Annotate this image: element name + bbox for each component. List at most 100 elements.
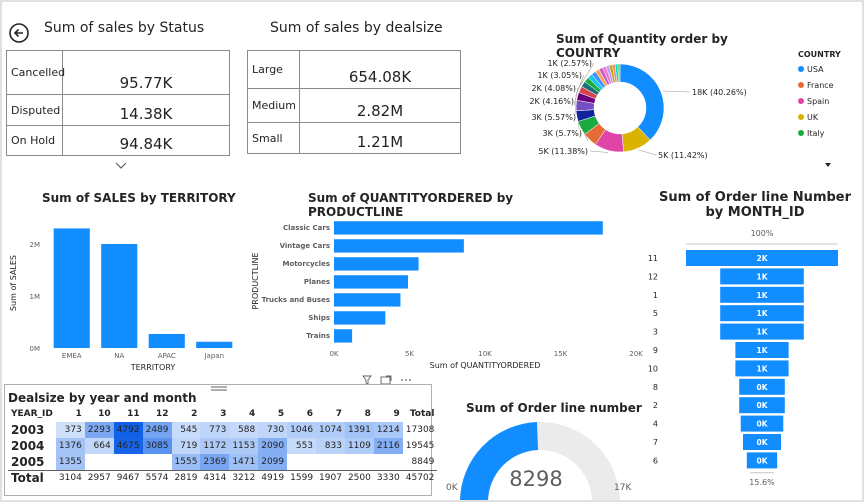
matrix-row[interactable]: 2004 1376 664 4675 3085 719 1172 1153 2090 553 833…	[8, 438, 437, 454]
matrix-total-label: Total	[11, 471, 44, 486]
matrix-column-header[interactable]: 4	[229, 406, 258, 422]
productline-bar-chart[interactable]: Classic Cars Vintage Cars Motorcycles Plane…	[248, 210, 648, 375]
status-value: 95.77K	[119, 74, 173, 92]
bar[interactable]	[334, 257, 419, 271]
status-card-title: Sum of sales by Status	[44, 20, 205, 36]
matrix-row-header: 2003	[11, 423, 45, 437]
matrix-cell: 2489	[142, 422, 172, 438]
matrix-title: Dealsize by year and month	[8, 391, 197, 405]
matrix-cell: 664	[84, 438, 114, 454]
legend-item-france[interactable]: France	[798, 77, 860, 93]
matrix-column-header[interactable]: 1	[56, 406, 85, 422]
matrix-column-header[interactable]: 9	[374, 406, 403, 422]
country-donut-chart[interactable]: 18K (40.26%) 5K (11.42%) 5K (11.38%) 3K (5.…	[500, 50, 800, 170]
x-tick-label: 5K	[405, 350, 414, 358]
dealsize-value: 1.21M	[356, 133, 404, 151]
matrix-column-header[interactable]: 5	[258, 406, 287, 422]
bar[interactable]	[148, 333, 185, 348]
matrix-total-cell: 5574	[145, 473, 169, 484]
bar[interactable]	[334, 311, 386, 325]
legend-item-usa[interactable]: USA	[798, 61, 860, 77]
matrix-column-header[interactable]: 10	[85, 406, 114, 422]
matrix-row[interactable]: 2003 373 2293 4792 2489 545 773 588 730 1046 1074 1…	[8, 422, 437, 438]
matrix-column-header[interactable]: 2	[172, 406, 201, 422]
matrix-row-header: 2005	[11, 454, 45, 469]
month-funnel-chart[interactable]: 100%2K111K121K11K51K31K91K100K80K20K40K7…	[640, 224, 860, 500]
matrix-row-total: 8849	[411, 456, 435, 467]
y-tick-label: Ships	[308, 314, 330, 322]
donut-slice[interactable]	[619, 63, 665, 141]
matrix-cell: 2293	[84, 422, 114, 438]
bar[interactable]	[334, 293, 401, 307]
donut-data-label: 5K (11.38%)	[538, 147, 588, 156]
chevron-down-icon	[115, 162, 127, 169]
matrix-cell: 719	[171, 438, 201, 454]
matrix-column-header[interactable]: 8	[345, 406, 374, 422]
territory-bar-chart[interactable]: 0M 1M 2M EMEA NA APAC Japan TERRITORY Sum of SAL…	[4, 210, 244, 375]
status-label: Disputed	[7, 95, 63, 125]
status-row: Cancelled 95.77K	[7, 51, 229, 95]
y-tick-label: Vintage Cars	[280, 242, 330, 250]
legend-label: Spain	[807, 96, 830, 106]
matrix-cell: 2090	[258, 438, 288, 454]
matrix-total-cell: 2819	[174, 473, 198, 484]
gauge-title: Sum of Order line number	[466, 401, 642, 415]
matrix-total-cell: 3330	[376, 473, 400, 484]
y-axis-label: PRODUCTLINE	[251, 252, 260, 309]
matrix-total-cell: 45702	[405, 473, 435, 484]
matrix-cell	[344, 454, 374, 470]
donut-data-label: 3K (5.7%)	[543, 129, 582, 138]
funnel-category-label: 9	[653, 346, 658, 355]
dealsize-matrix-table[interactable]: YEAR_ID 1 10 11 12 2 3 4 5 6 7 8 9 Total 2003 373 2293 47…	[8, 406, 438, 486]
bar[interactable]	[334, 239, 464, 253]
legend-item-spain[interactable]: Spain	[798, 93, 860, 109]
matrix-row-total: 19545	[405, 441, 435, 451]
donut-leader-line	[662, 90, 691, 93]
legend-item-uk[interactable]: UK	[798, 109, 860, 125]
bar[interactable]	[196, 341, 233, 348]
matrix-column-header[interactable]: 7	[316, 406, 345, 422]
bar[interactable]	[334, 329, 353, 343]
status-label: On Hold	[7, 126, 63, 155]
funnel-data-label: 0K	[756, 420, 768, 429]
legend-item-italy[interactable]: Italy	[798, 125, 860, 141]
matrix-cell: 1172	[200, 438, 230, 454]
donut-data-label: 2K (4.08%)	[531, 84, 576, 93]
bar[interactable]	[334, 221, 603, 235]
y-tick-label: 1M	[30, 293, 41, 301]
legend-label: USA	[807, 64, 824, 74]
legend-dot	[798, 130, 804, 136]
country-legend: COUNTRY USA France Spain UK Italy	[798, 50, 860, 141]
status-value: 14.38K	[119, 105, 173, 123]
donut-leader-line	[589, 150, 609, 153]
matrix-cell: 1153	[229, 438, 259, 454]
matrix-column-header[interactable]: YEAR_ID	[8, 406, 56, 422]
matrix-header-row: YEAR_ID 1 10 11 12 2 3 4 5 6 7 8 9 Total	[8, 406, 437, 422]
matrix-column-header[interactable]: 3	[200, 406, 229, 422]
legend-more-button[interactable]	[824, 154, 832, 167]
y-axis-label: Sum of SALES	[9, 255, 18, 311]
bar[interactable]	[53, 228, 90, 348]
matrix-cell: 730	[258, 422, 288, 438]
matrix-cell: 3085	[142, 438, 172, 454]
matrix-drag-handle[interactable]	[210, 377, 228, 391]
matrix-cell	[84, 454, 114, 470]
matrix-column-header[interactable]: 6	[287, 406, 316, 422]
matrix-column-header[interactable]: Total	[403, 406, 438, 422]
legend-label: France	[807, 80, 834, 90]
gauge-value: 8298	[509, 467, 563, 491]
matrix-cell	[113, 454, 143, 470]
dealsize-value: 654.08K	[348, 68, 412, 86]
matrix-row[interactable]: 2005 1355 1555 2369 1471 2099 8849	[8, 454, 437, 470]
scroll-down-button[interactable]	[114, 156, 128, 169]
dealsize-card-title: Sum of sales by dealsize	[270, 20, 443, 36]
matrix-column-header[interactable]: 12	[143, 406, 172, 422]
back-button[interactable]	[8, 22, 30, 44]
dealsize-value: 2.82M	[356, 102, 404, 120]
bar[interactable]	[101, 244, 138, 348]
status-value: 94.84K	[119, 135, 173, 153]
matrix-cell: 4792	[113, 422, 143, 438]
bar[interactable]	[334, 275, 408, 289]
matrix-column-header[interactable]: 11	[114, 406, 143, 422]
funnel-category-label: 1	[653, 291, 658, 300]
